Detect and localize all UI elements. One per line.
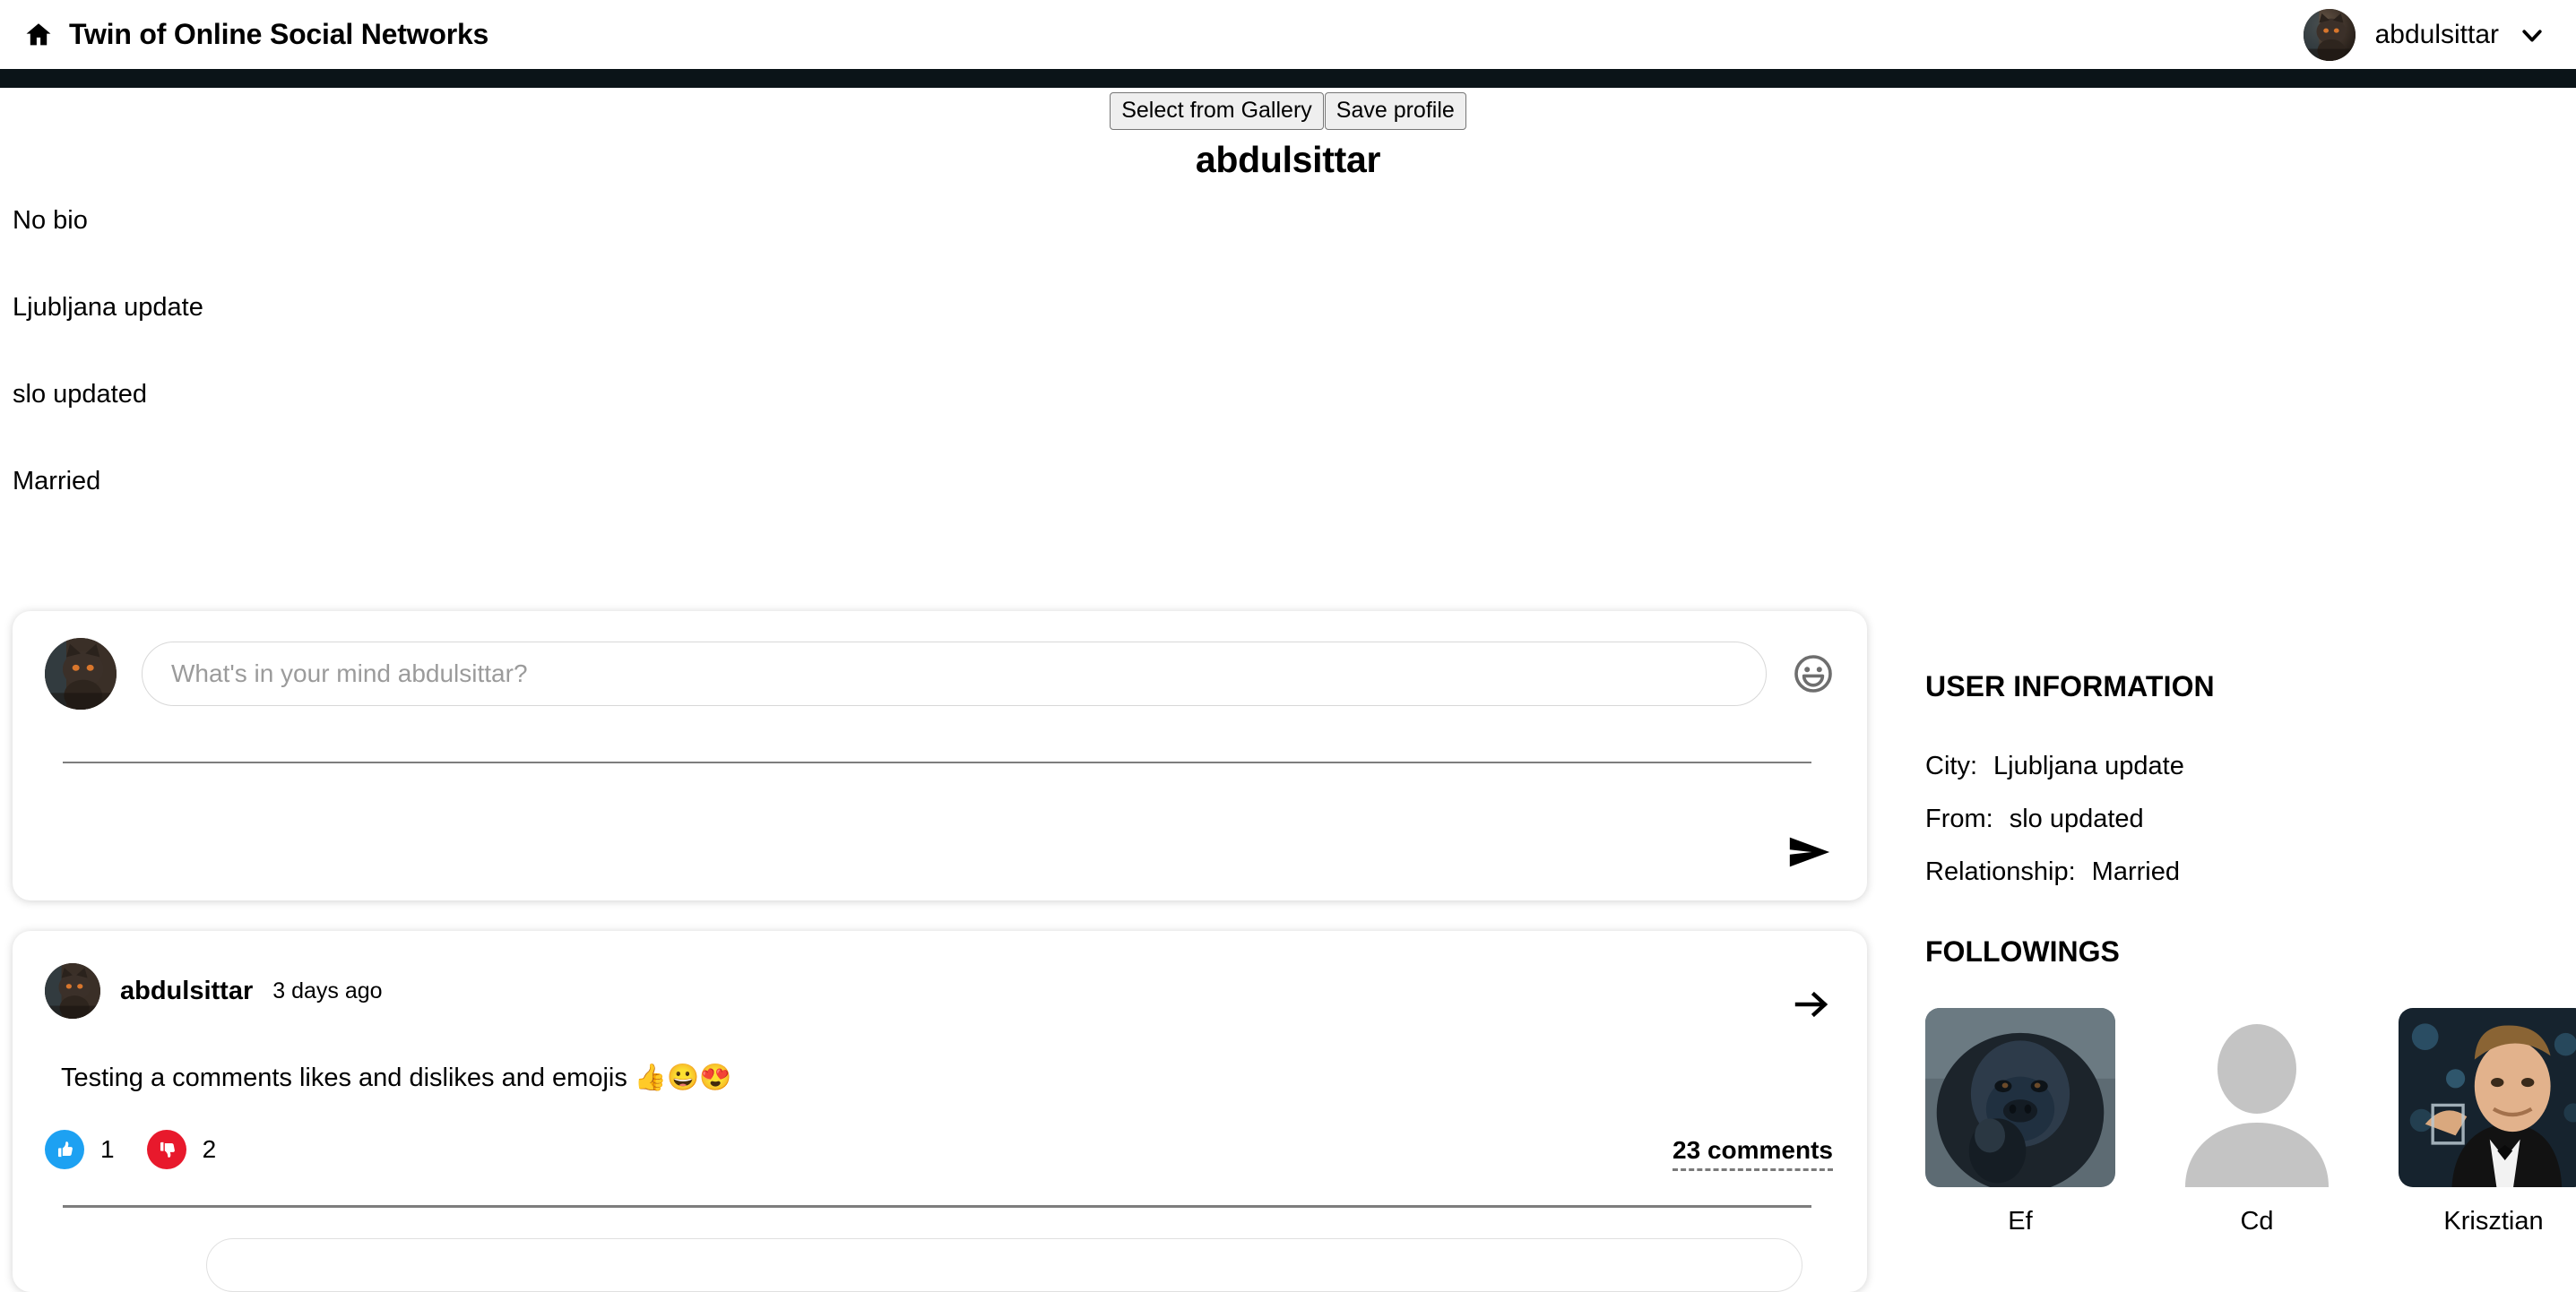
post-composer-input[interactable] (142, 642, 1767, 706)
dislike-count: 2 (202, 1135, 217, 1164)
profile-display-name: abdulsittar (1195, 139, 1381, 180)
bio-line-city: Ljubljana update (13, 293, 203, 322)
smiley-face-icon[interactable] (1792, 652, 1835, 695)
list-item[interactable]: Ef (1925, 1008, 2115, 1236)
post-author-name[interactable]: abdulsittar (120, 977, 253, 1006)
composer-divider (63, 762, 1811, 763)
info-row-from: From: slo updated (1925, 805, 2576, 834)
avatar-image (2303, 8, 2356, 61)
info-value: slo updated (2009, 805, 2144, 833)
avatar-image (45, 638, 117, 710)
home-icon[interactable] (23, 20, 54, 50)
thumbs-up-glyph (57, 1141, 73, 1158)
following-name: Cd (2240, 1207, 2274, 1236)
man-photo (2399, 1008, 2576, 1187)
user-menu[interactable]: abdulsittar (2303, 8, 2546, 61)
post-separator (63, 1205, 1811, 1209)
composer-row (45, 638, 1835, 710)
arrow-right-icon[interactable] (1790, 983, 1833, 1026)
user-name: abdulsittar (2374, 19, 2499, 49)
post-author-avatar[interactable] (45, 963, 100, 1019)
post-composer-card (13, 611, 1867, 900)
list-item[interactable]: Krisztian (2399, 1008, 2576, 1236)
bio-line-bio: No bio (13, 206, 88, 235)
brand[interactable]: Twin of Online Social Networks (23, 18, 488, 51)
default-person-icon (2167, 1008, 2347, 1187)
cover-photo-strip (0, 69, 2576, 88)
chevron-down-icon[interactable] (2519, 22, 2546, 48)
comments-link[interactable]: 23 comments (1673, 1136, 1833, 1172)
send-icon[interactable] (1785, 827, 1835, 877)
info-label: From: (1925, 805, 1993, 833)
user-information-title: USER INFORMATION (1925, 670, 2215, 702)
comment-input[interactable] (206, 1238, 1802, 1292)
thumbs-down-glyph (160, 1142, 175, 1158)
followings-list: Ef Cd Krisztian (1925, 1008, 2576, 1236)
list-item[interactable]: Cd (2162, 1008, 2352, 1236)
info-row-city: City: Ljubljana update (1925, 752, 2576, 781)
thumbs-down-icon[interactable] (146, 1130, 186, 1170)
following-avatar[interactable] (2399, 1008, 2576, 1187)
info-value: Married (2091, 857, 2180, 886)
bio-line-relationship: Married (13, 467, 101, 495)
info-row-relationship: Relationship: Married (1925, 857, 2576, 887)
avatar-image (45, 963, 100, 1019)
app-title: Twin of Online Social Networks (69, 18, 489, 50)
select-from-gallery-button[interactable]: Select from Gallery (1110, 92, 1324, 130)
profile-action-buttons: Select from Gallery Save profile (0, 92, 2576, 130)
following-avatar[interactable] (1925, 1008, 2115, 1187)
gorilla-photo (1925, 1008, 2115, 1187)
following-name: Krisztian (2443, 1207, 2544, 1236)
post-timestamp: 3 days ago (272, 978, 383, 1003)
feed-column: abdulsittar 3 days ago Testing a comment… (13, 611, 1867, 1292)
following-avatar[interactable] (2162, 1008, 2352, 1187)
post-reaction-bar: 1 2 23 comments (45, 1130, 1835, 1193)
thumbs-up-icon[interactable] (45, 1130, 84, 1170)
top-navigation-bar: Twin of Online Social Networks abdulsitt… (0, 0, 2576, 69)
info-value: Ljubljana update (1993, 752, 2184, 780)
info-label: Relationship: (1925, 857, 2076, 886)
profile-bio-block: No bio Ljubljana update slo updated Marr… (13, 208, 1088, 556)
post-header: abdulsittar 3 days ago (45, 963, 1835, 1019)
like-count: 1 (100, 1135, 115, 1164)
avatar[interactable] (2303, 8, 2356, 61)
info-label: City: (1925, 752, 1977, 780)
save-profile-button[interactable]: Save profile (1324, 92, 1466, 130)
followings-title: FOLLOWINGS (1925, 935, 2120, 968)
following-name: Ef (2008, 1207, 2033, 1236)
post-text: Testing a comments likes and dislikes an… (61, 1064, 732, 1092)
post-card: abdulsittar 3 days ago Testing a comment… (13, 931, 1867, 1292)
composer-avatar (45, 638, 117, 710)
right-sidebar: USER INFORMATION City: Ljubljana update … (1925, 670, 2576, 1236)
bio-line-from: slo updated (13, 380, 147, 409)
